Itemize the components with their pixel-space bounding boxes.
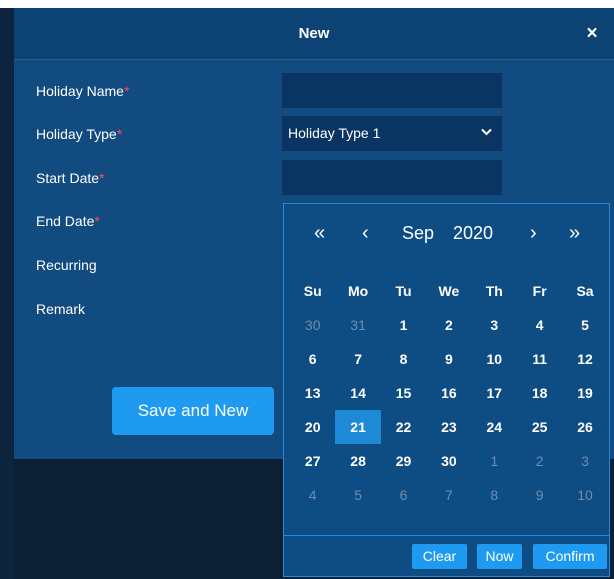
calendar-grid: Su Mo Tu We Th Fr Sa 30 31 1 2 3 4 5 6 7 8 9 10 11 12… [290,274,608,512]
close-icon[interactable]: × [582,24,602,44]
start-date-label-text: Start Date [36,170,100,186]
calendar-day[interactable]: 30 [290,308,335,342]
date-picker-popup: « ‹ Sep 2020 › » Su Mo Tu We Th Fr Sa 30… [283,203,610,577]
calendar-day[interactable]: 17 [472,376,517,410]
calendar-month[interactable]: Sep [402,223,434,244]
calendar-day-selected[interactable]: 21 [335,410,381,444]
calendar-week-row: 4 5 6 7 8 9 10 [290,478,608,512]
calendar-day[interactable]: 22 [381,410,426,444]
holiday-type-label: Holiday Type* [36,126,122,142]
calendar-day[interactable]: 8 [472,478,517,512]
page-left-strip [0,8,14,579]
calendar-header: « ‹ Sep 2020 › » [284,204,609,264]
now-button[interactable]: Now [477,544,522,569]
calendar-day[interactable]: 15 [381,376,426,410]
required-mark: * [116,126,123,142]
calendar-day[interactable]: 11 [517,342,562,376]
weekday-label: Mo [347,283,369,299]
calendar-week-row: 6 7 8 9 10 11 12 [290,342,608,376]
calendar-day[interactable]: 2 [426,308,471,342]
start-date-label: Start Date* [36,170,104,186]
confirm-button[interactable]: Confirm [533,544,607,569]
calendar-day[interactable]: 26 [562,410,607,444]
calendar-day[interactable]: 30 [426,444,471,478]
end-date-label: End Date* [36,213,100,229]
calendar-week-row: 13 14 15 16 17 18 19 [290,376,608,410]
prev-year-icon[interactable]: « [314,222,325,245]
calendar-footer: Clear Now Confirm [284,535,609,577]
calendar-day[interactable]: 31 [335,308,380,342]
remark-label: Remark [36,301,86,317]
calendar-day[interactable]: 27 [290,444,335,478]
calendar-day[interactable]: 12 [562,342,607,376]
required-mark: * [99,170,105,186]
calendar-day[interactable]: 4 [290,478,335,512]
calendar-day[interactable]: 9 [426,342,471,376]
holiday-type-label-text: Holiday Type [36,126,117,142]
calendar-day[interactable]: 13 [290,376,335,410]
next-month-icon[interactable]: › [530,222,537,245]
calendar-day[interactable]: 6 [290,342,335,376]
weekday-label: Sa [576,283,594,299]
holiday-name-label: Holiday Name* [36,83,129,99]
required-mark: * [123,83,130,99]
calendar-day[interactable]: 14 [335,376,380,410]
calendar-year[interactable]: 2020 [453,223,493,244]
calendar-day[interactable]: 5 [335,478,380,512]
calendar-day[interactable]: 5 [562,308,607,342]
dialog-header: New × [14,8,614,60]
weekday-row: Su Mo Tu We Th Fr Sa [290,274,608,308]
prev-month-icon[interactable]: ‹ [362,222,369,245]
calendar-day[interactable]: 9 [517,478,562,512]
weekday-label: We [438,283,460,299]
calendar-day[interactable]: 6 [381,478,426,512]
calendar-day[interactable]: 3 [472,308,517,342]
end-date-label-text: End Date [36,213,95,229]
clear-button[interactable]: Clear [412,544,467,569]
calendar-day[interactable]: 3 [562,444,607,478]
calendar-day[interactable]: 16 [426,376,471,410]
calendar-day[interactable]: 7 [426,478,471,512]
calendar-week-row: 30 31 1 2 3 4 5 [290,308,608,342]
start-date-input[interactable] [282,160,502,195]
next-year-icon[interactable]: » [569,222,580,245]
page-top-strip [0,0,614,8]
weekday-label: Su [303,283,322,299]
calendar-day[interactable]: 28 [335,444,380,478]
calendar-day[interactable]: 18 [517,376,562,410]
calendar-day[interactable]: 7 [335,342,380,376]
holiday-type-value: Holiday Type 1 [288,125,381,141]
calendar-day[interactable]: 10 [562,478,607,512]
holiday-name-input[interactable] [282,73,502,108]
weekday-label: Tu [395,283,412,299]
recurring-label: Recurring [36,257,97,273]
calendar-day[interactable]: 1 [381,308,426,342]
calendar-day[interactable]: 20 [290,410,335,444]
calendar-day[interactable]: 1 [472,444,517,478]
calendar-day[interactable]: 29 [381,444,426,478]
weekday-label: Th [485,283,503,299]
calendar-day[interactable]: 2 [517,444,562,478]
calendar-week-row: 20 21 22 23 24 25 26 [290,410,608,444]
holiday-name-label-text: Holiday Name [36,83,124,99]
calendar-day[interactable]: 25 [517,410,562,444]
weekday-label: Fr [532,283,547,299]
calendar-day[interactable]: 24 [472,410,517,444]
calendar-day[interactable]: 4 [517,308,562,342]
chevron-down-icon [481,125,492,139]
calendar-weeks: 30 31 1 2 3 4 5 6 7 8 9 10 11 12 13 14 15 16 17 18 19 20 21 22 2… [290,308,608,512]
calendar-week-row: 27 28 29 30 1 2 3 [290,444,608,478]
dialog-title: New [298,25,330,42]
calendar-day[interactable]: 23 [426,410,471,444]
calendar-day[interactable]: 8 [381,342,426,376]
required-mark: * [94,213,100,229]
save-and-new-button[interactable]: Save and New [112,387,274,435]
calendar-day[interactable]: 19 [562,376,607,410]
calendar-day[interactable]: 10 [472,342,517,376]
holiday-type-select[interactable]: Holiday Type 1 [282,116,502,151]
